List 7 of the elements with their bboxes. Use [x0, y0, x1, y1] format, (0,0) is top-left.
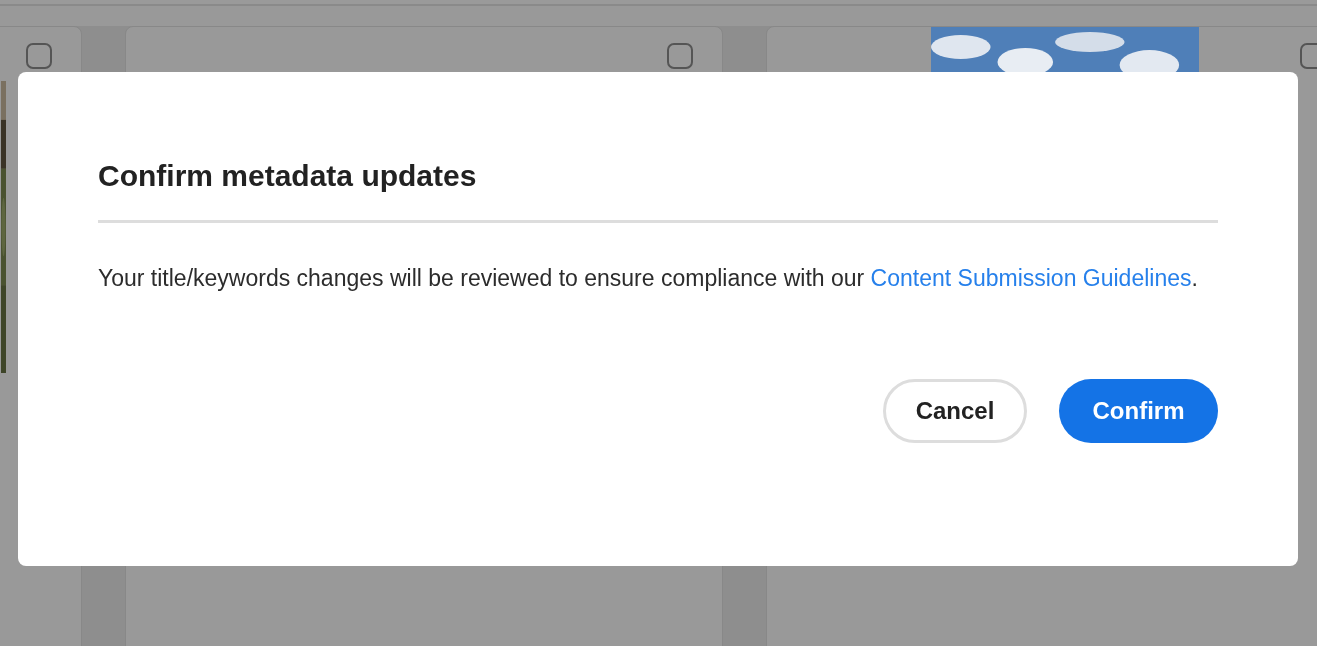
checkbox[interactable]	[26, 43, 52, 69]
guidelines-link[interactable]: Content Submission Guidelines	[870, 265, 1192, 291]
checkbox[interactable]	[667, 43, 693, 69]
confirm-button[interactable]: Confirm	[1059, 379, 1218, 443]
cancel-button[interactable]: Cancel	[883, 379, 1027, 443]
dialog-message: Your title/keywords changes will be reviewed to ensure compliance with our Content Submission Guidelines.	[98, 264, 1199, 293]
dialog-title: Confirm metadata updates	[98, 158, 478, 194]
